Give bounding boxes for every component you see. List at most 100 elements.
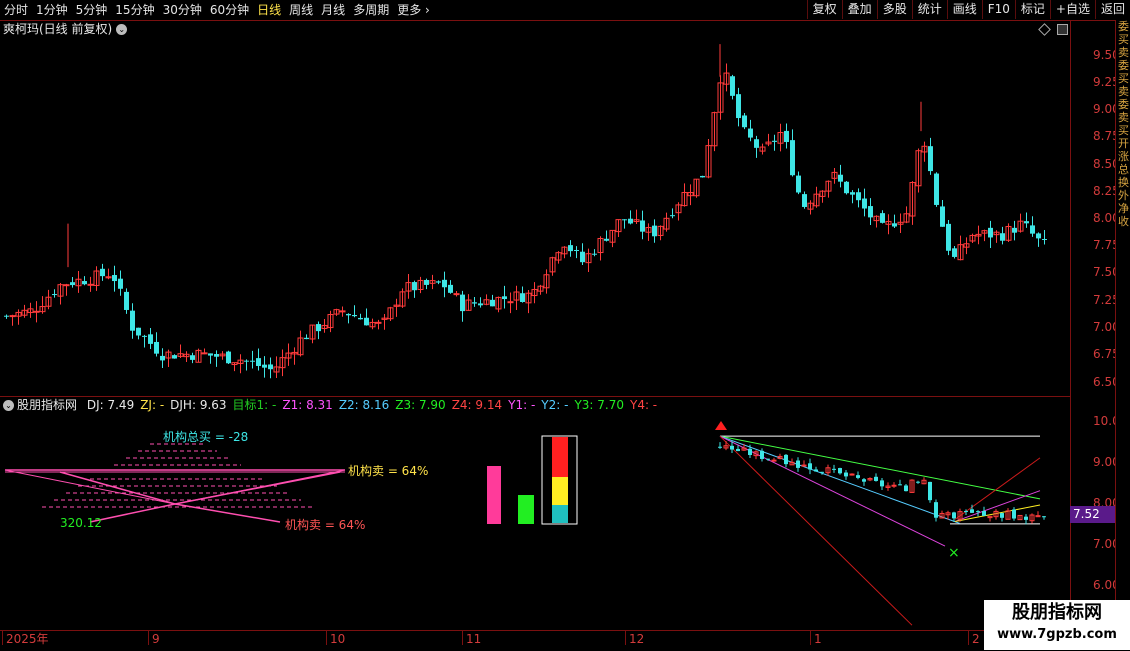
- indicator-name[interactable]: 股朋指标网: [17, 398, 77, 412]
- candle-body: [784, 130, 789, 143]
- side-strip-char: 委: [1118, 98, 1129, 111]
- toolbar-button-4[interactable]: 画线: [946, 0, 982, 19]
- side-strip-char: 买: [1118, 124, 1129, 137]
- candle-body: [201, 352, 208, 355]
- indicator-candle-body: [970, 509, 974, 513]
- toolbar-button-1[interactable]: 叠加: [841, 0, 877, 19]
- period-tab-6[interactable]: 日线: [253, 0, 285, 20]
- candle-body: [33, 310, 40, 313]
- side-strip-char: 总: [1118, 163, 1129, 176]
- toolbar-button-8[interactable]: 返回: [1094, 0, 1130, 19]
- candle-body: [316, 324, 321, 332]
- candle-body: [892, 223, 897, 227]
- candle-body: [628, 218, 633, 224]
- candle-body: [250, 360, 255, 362]
- chevron-down-icon[interactable]: ⌄: [3, 400, 14, 411]
- candle-body: [82, 281, 87, 285]
- candle-body: [652, 225, 657, 237]
- toolbar-button-3[interactable]: 统计: [911, 0, 947, 19]
- toolbar-button-2[interactable]: 多股: [876, 0, 912, 19]
- chevron-down-icon[interactable]: ⌄: [116, 24, 128, 35]
- period-tab-9[interactable]: 多周期: [349, 0, 393, 20]
- candlestick-chart[interactable]: [0, 38, 1070, 396]
- toolbar-button-6[interactable]: 标记: [1014, 0, 1050, 19]
- indicator-header: ⌄ 股朋指标网 DJ: 7.49 ZJ: - DJH: 9.63 目标1: - Z1: 8…: [0, 397, 1070, 414]
- maximize-icon[interactable]: [1057, 23, 1068, 35]
- candle-body: [352, 314, 357, 317]
- indicator-field: Z4: 9.14: [451, 398, 503, 412]
- candle-body: [940, 206, 945, 227]
- indicator-candle-body: [916, 481, 920, 483]
- indicator-field: DJH: 9.63: [170, 398, 227, 412]
- side-info-strip[interactable]: 委买卖委买卖委卖买开涨总换外净收: [1115, 20, 1130, 632]
- current-price-tag: 7.52: [1070, 506, 1115, 523]
- indicator-line: [4, 469, 346, 505]
- period-toolbar: 分时 1分钟 5分钟 15分钟 30分钟 60分钟 日线 周线 月线 多周期 更多 › 复权 叠加 多股…: [0, 0, 1130, 21]
- date-label: 11: [462, 631, 481, 646]
- indicator-candle-body: [771, 459, 777, 462]
- watermark-url: www.7gpzb.com: [997, 627, 1117, 642]
- period-tab-3[interactable]: 15分钟: [111, 0, 158, 20]
- side-strip-char: 卖: [1118, 85, 1129, 98]
- indicator-candle-body: [862, 479, 866, 482]
- indicator-panel[interactable]: × 机构总买 = -28 机构卖 = 64% 机构卖 = 64% 320.12: [0, 414, 1070, 630]
- side-strip-char: 换: [1118, 176, 1129, 189]
- buy-cross-icon: ×: [948, 545, 960, 561]
- indicator-field: DJ: 7.49: [86, 398, 135, 412]
- indicator-line: [719, 435, 913, 626]
- candle-body: [142, 335, 147, 337]
- period-tab-2[interactable]: 5分钟: [72, 0, 112, 20]
- period-tab-4[interactable]: 30分钟: [159, 0, 206, 20]
- period-tab-8[interactable]: 月线: [317, 0, 349, 20]
- toolbar-button-7[interactable]: +自选: [1049, 0, 1095, 19]
- period-tab-0[interactable]: 分时: [0, 0, 32, 20]
- candle-body: [190, 355, 195, 360]
- period-tab-10[interactable]: 更多 ›: [393, 0, 434, 20]
- indicator-candle-body: [748, 448, 752, 455]
- candle-body: [448, 284, 453, 293]
- side-strip-char: 买: [1118, 33, 1129, 46]
- candle-body: [70, 282, 75, 286]
- period-tab-5[interactable]: 60分钟: [206, 0, 253, 20]
- candle-body: [63, 284, 70, 287]
- indicator-candle-body: [874, 476, 878, 481]
- candle-body: [130, 310, 135, 331]
- candle-body: [850, 192, 855, 195]
- candle-body: [304, 337, 309, 340]
- watermark-title: 股朋指标网: [1012, 602, 1102, 623]
- candle-body: [442, 279, 447, 288]
- candle-body: [502, 296, 507, 300]
- indicator-bar: [518, 495, 534, 524]
- side-strip-char: 收: [1118, 215, 1129, 228]
- indicator-candle-body: [982, 510, 986, 516]
- candle-body: [568, 245, 573, 252]
- period-tab-7[interactable]: 周线: [285, 0, 317, 20]
- side-strip-char: 买: [1118, 72, 1129, 85]
- candle-body: [4, 315, 9, 317]
- candle-body: [754, 139, 759, 148]
- candle-body: [358, 317, 363, 320]
- indicator-candle-body: [928, 481, 932, 501]
- date-axis: 2025年 9 10 11 12 1 2: [0, 630, 1070, 651]
- candle-body: [160, 355, 165, 361]
- indicator-candle-body: [820, 471, 824, 473]
- candle-body: [52, 294, 57, 296]
- candle-body: [148, 334, 153, 344]
- indicator-candle-body: [898, 484, 902, 486]
- side-strip-char: 净: [1118, 202, 1129, 215]
- indicator-candle-body: [976, 511, 980, 513]
- toolbar-button-0[interactable]: 复权: [806, 0, 842, 19]
- indicator-field: Z1: 8.31: [282, 398, 333, 412]
- indicator-field: Y1: -: [508, 398, 536, 412]
- indicator-line: [719, 435, 1041, 500]
- stock-title[interactable]: 爽柯玛(日线 前复权) ⌄: [3, 20, 128, 38]
- period-tab-1[interactable]: 1分钟: [32, 0, 72, 20]
- toolbar-buttons: 复权 叠加 多股 统计 画线 F10 标记 +自选 返回: [806, 0, 1130, 20]
- candle-body: [214, 354, 219, 357]
- candle-body: [453, 293, 460, 296]
- candle-body: [622, 219, 627, 221]
- toolbar-button-5[interactable]: F10: [981, 0, 1015, 19]
- diamond-icon[interactable]: [1038, 22, 1051, 36]
- candle-body: [1012, 227, 1017, 233]
- candle-body: [490, 299, 495, 307]
